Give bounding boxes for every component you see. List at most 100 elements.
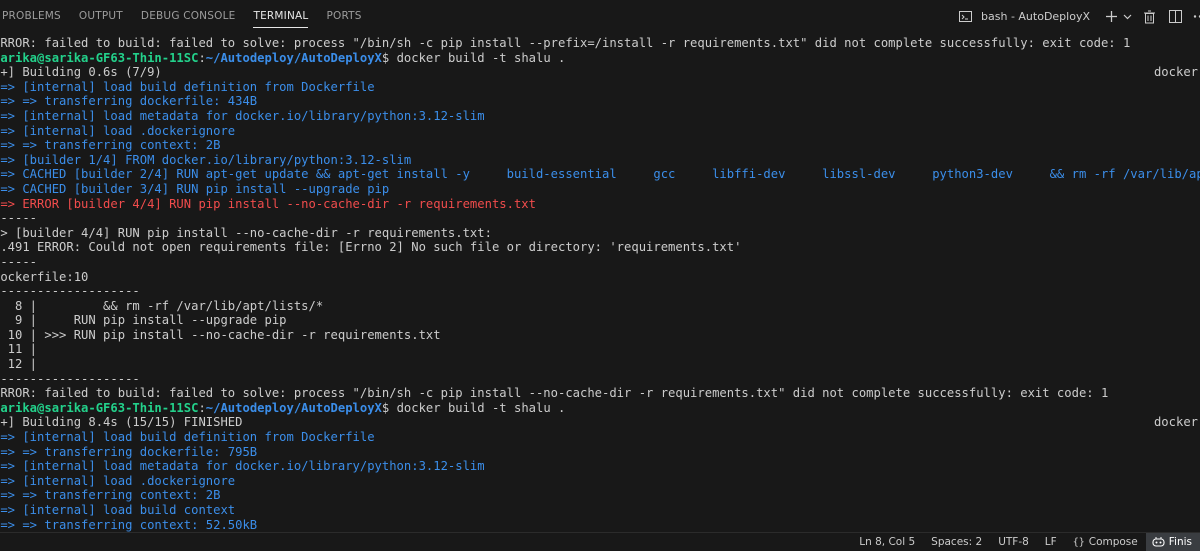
braces-icon: {} bbox=[1072, 536, 1085, 548]
terminal-line-text: => [internal] load build definition from… bbox=[0, 79, 375, 95]
plus-icon[interactable] bbox=[1102, 8, 1120, 26]
terminal-line: 11 | bbox=[0, 342, 1200, 357]
terminal-line-text: ERROR: failed to build: failed to solve:… bbox=[0, 386, 1108, 401]
terminal-line: ------ bbox=[0, 211, 1200, 226]
terminal-line-text: => [internal] load .dockerignore bbox=[0, 124, 235, 139]
terminal-line-text: => => transferring context: 2B bbox=[0, 488, 220, 503]
tab-debug-console[interactable]: DEBUG CONSOLE bbox=[132, 0, 245, 33]
terminal-line-text: => => transferring dockerfile: 795B bbox=[0, 445, 257, 460]
terminal-line: [+] Building 0.6s (7/9) docker bbox=[0, 65, 1200, 80]
terminal-line-text: => [builder 1/4] FROM docker.io/library/… bbox=[0, 153, 411, 168]
cursor-position[interactable]: Ln 8, Col 5 bbox=[851, 533, 923, 551]
terminal-line-text: 10 | >>> RUN pip install --no-cache-dir … bbox=[0, 328, 441, 343]
terminal-line: 8 | && rm -rf /var/lib/apt/lists/* bbox=[0, 299, 1200, 314]
terminal-line-text: 9 | RUN pip install --upgrade pip bbox=[0, 313, 287, 328]
terminal-segment: => [internal] load .dockerignore bbox=[0, 473, 236, 488]
terminal-segment: => [internal] load build definition from… bbox=[0, 430, 375, 445]
more-icon[interactable] bbox=[1192, 8, 1200, 26]
terminal-segment: => [internal] load metadata for docker.i… bbox=[0, 459, 485, 474]
terminal-line-text: Dockerfile:10 bbox=[0, 270, 88, 285]
terminal-line-text: sarika@sarika-GF63-Thin-11SC:~/Autodeplo… bbox=[0, 401, 565, 416]
terminal-segment: 8 | && rm -rf /var/lib/apt/lists/* bbox=[0, 298, 324, 313]
terminal-segment: : bbox=[198, 400, 206, 415]
terminal-line-text: 0.491 ERROR: Could not open requirements… bbox=[0, 240, 741, 255]
terminal-line: => => transferring context: 52.50kB bbox=[0, 518, 1200, 532]
tab-ports[interactable]: PORTS bbox=[317, 0, 370, 33]
terminal-line: ERROR: failed to build: failed to solve:… bbox=[0, 36, 1200, 51]
terminal-segment: [+] Building 8.4s (15/15) FINISHED bbox=[0, 415, 243, 430]
tab-output[interactable]: OUTPUT bbox=[70, 0, 132, 33]
terminal-line-text: => [internal] load build context bbox=[0, 503, 235, 518]
terminal-segment: $ docker build -t shalu . bbox=[381, 50, 566, 65]
terminal-line: => => transferring dockerfile: 795B bbox=[0, 445, 1200, 460]
terminal-segment: => [internal] load build definition from… bbox=[0, 79, 375, 94]
terminal-line: Dockerfile:10 bbox=[0, 270, 1200, 285]
split-icon[interactable] bbox=[1166, 8, 1184, 26]
trash-icon[interactable] bbox=[1140, 8, 1158, 26]
terminal-line-text: sarika@sarika-GF63-Thin-11SC:~/Autodeplo… bbox=[0, 51, 565, 66]
tab-problems[interactable]: PROBLEMS bbox=[0, 0, 70, 33]
terminal-line: => ERROR [builder 4/4] RUN pip install -… bbox=[0, 197, 1200, 212]
terminal-line: 10 | >>> RUN pip install --no-cache-dir … bbox=[0, 328, 1200, 343]
terminal-segment: => => transferring dockerfile: 795B bbox=[0, 444, 258, 459]
terminal-line: ------ bbox=[0, 255, 1200, 270]
terminal-segment: 10 | >>> RUN pip install --no-cache-dir … bbox=[0, 327, 441, 342]
terminal-line-text: -------------------- bbox=[0, 284, 140, 299]
terminal-line: -------------------- bbox=[0, 372, 1200, 387]
terminal-segment: => [internal] load build context bbox=[0, 503, 236, 517]
terminal-segment: > [builder 4/4] RUN pip install --no-cac… bbox=[0, 225, 492, 240]
terminal-line-text: > [builder 4/4] RUN pip install --no-cac… bbox=[0, 226, 492, 241]
finish-button[interactable]: Finis bbox=[1145, 532, 1200, 551]
terminal-line: => CACHED [builder 3/4] RUN pip install … bbox=[0, 182, 1200, 197]
terminal-line-text: => [internal] load build definition from… bbox=[0, 430, 375, 445]
panel-header: PROBLEMS OUTPUT DEBUG CONSOLE TERMINAL P… bbox=[0, 0, 1200, 33]
terminal-line-text: ------ bbox=[0, 211, 37, 226]
tab-terminal[interactable]: TERMINAL bbox=[244, 0, 317, 33]
terminal-segment: => [internal] load metadata for docker.i… bbox=[0, 108, 485, 123]
terminal-line: => [internal] load .dockerignore bbox=[0, 124, 1200, 139]
terminal-segment: => => transferring context: 2B bbox=[0, 488, 221, 503]
terminal-segment: [+] Building 0.6s (7/9) bbox=[0, 65, 162, 80]
terminal-output[interactable]: ERROR: failed to build: failed to solve:… bbox=[0, 36, 1200, 532]
copilot-icon bbox=[1152, 536, 1165, 548]
terminal-segment: $ docker build -t shalu . bbox=[381, 400, 566, 415]
terminal-segment: Dockerfile:10 bbox=[0, 269, 89, 284]
terminal-name: bash - AutoDeployX bbox=[981, 10, 1090, 23]
panel-actions: bash - AutoDeployX bbox=[954, 0, 1200, 33]
terminal-line-text: => => transferring context: 2B bbox=[0, 138, 220, 153]
terminal-line: => [internal] load build context bbox=[0, 503, 1200, 518]
indentation[interactable]: Spaces: 2 bbox=[923, 533, 990, 551]
terminal-right-label: docker bbox=[1153, 415, 1198, 430]
terminal-line: sarika@sarika-GF63-Thin-11SC:~/Autodeplo… bbox=[0, 401, 1200, 416]
end-of-line[interactable]: LF bbox=[1037, 533, 1065, 551]
terminal-line-text: 11 | bbox=[0, 342, 37, 357]
terminal-segment: sarika@sarika-GF63-Thin-11SC bbox=[0, 50, 199, 65]
terminal-segment: 9 | RUN pip install --upgrade pip bbox=[0, 313, 287, 328]
panel-tabs: PROBLEMS OUTPUT DEBUG CONSOLE TERMINAL P… bbox=[0, 0, 371, 33]
terminal-line: ERROR: failed to build: failed to solve:… bbox=[0, 386, 1200, 401]
terminal-line-text: 8 | && rm -rf /var/lib/apt/lists/* bbox=[0, 299, 323, 314]
terminal-selector[interactable]: bash - AutoDeployX bbox=[954, 8, 1090, 26]
terminal-line-text: => CACHED [builder 2/4] RUN apt-get upda… bbox=[0, 167, 1200, 182]
terminal-segment: -------------------- bbox=[0, 284, 140, 299]
chevron-down-icon[interactable] bbox=[1122, 8, 1132, 26]
terminal-segment: ~/Autodeploy/AutoDeployX bbox=[205, 400, 382, 415]
terminal-segment: => => transferring context: 2B bbox=[0, 138, 221, 153]
terminal-segment: => => transferring context: 52.50kB bbox=[0, 517, 258, 532]
terminal-line-text: ERROR: failed to build: failed to solve:… bbox=[0, 36, 1130, 51]
terminal-line-text: => [internal] load metadata for docker.i… bbox=[0, 108, 485, 124]
terminal-line-text: => [internal] load .dockerignore bbox=[0, 474, 235, 489]
terminal-line: > [builder 4/4] RUN pip install --no-cac… bbox=[0, 226, 1200, 241]
terminal-right-label: docker bbox=[1153, 65, 1198, 80]
terminal-line-text: [+] Building 0.6s (7/9) bbox=[0, 65, 162, 80]
language-label: Compose bbox=[1088, 535, 1138, 548]
encoding[interactable]: UTF-8 bbox=[990, 533, 1037, 551]
terminal-line: => [internal] load metadata for docker.i… bbox=[0, 109, 1200, 124]
terminal-icon bbox=[956, 8, 974, 26]
language-mode[interactable]: {} Compose bbox=[1065, 533, 1146, 551]
terminal-line-text: => [internal] load metadata for docker.i… bbox=[0, 459, 485, 474]
terminal-line: -------------------- bbox=[0, 284, 1200, 299]
terminal-segment: ERROR: failed to build: failed to solve:… bbox=[0, 36, 1131, 50]
terminal-segment: 11 | bbox=[7, 342, 38, 357]
terminal-segment: ------ bbox=[0, 254, 38, 269]
